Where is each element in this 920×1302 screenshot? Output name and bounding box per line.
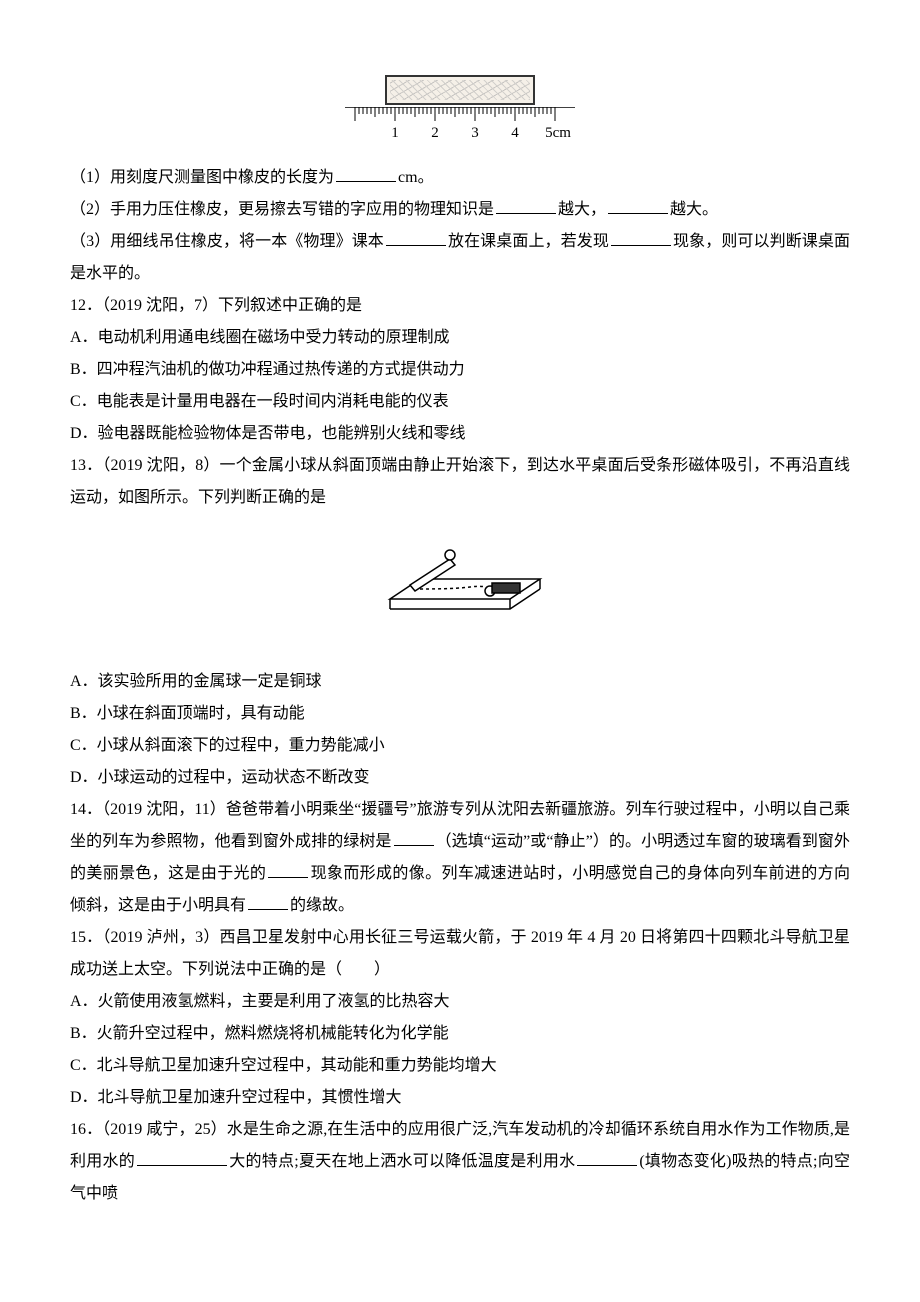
q13-option-c: C．小球从斜面滚下的过程中，重力势能减小	[70, 730, 850, 762]
q11-p3-text-a: （3）用细线吊住橡皮，将一本《物理》课本	[70, 233, 384, 250]
ruler-scale: 1 2 3 4 5cm	[345, 107, 575, 147]
q16-text-b: 大的特点;夏天在地上洒水可以降低温度是利用水	[229, 1153, 575, 1170]
q12-option-c: C．电能表是计量用电器在一段时间内消耗电能的仪表	[70, 386, 850, 418]
blank[interactable]	[394, 830, 434, 846]
blank[interactable]	[336, 166, 396, 182]
q11-p2-text-c: 越大。	[670, 201, 718, 218]
blank[interactable]	[577, 1150, 637, 1166]
q15-stem: 15．（2019 泸州，3）西昌卫星发射中心用长征三号运载火箭，于 2019 年…	[70, 922, 850, 986]
ruler-label-2: 2	[431, 125, 439, 141]
q13-option-d: D．小球运动的过程中，运动状态不断改变	[70, 762, 850, 794]
ruler-label-1: 1	[391, 125, 399, 141]
ruler-label-4: 4	[511, 125, 519, 141]
ruler-label-3: 3	[471, 125, 479, 141]
blank[interactable]	[608, 198, 668, 214]
blank[interactable]	[611, 230, 671, 246]
q14-text-d: 的缘故。	[290, 897, 354, 914]
q15-option-b: B．火箭升空过程中，燃料燃烧将机械能转化为化学能	[70, 1018, 850, 1050]
blank[interactable]	[496, 198, 556, 214]
blank[interactable]	[248, 894, 288, 910]
ruler-label-5: 5cm	[545, 125, 571, 141]
q13-option-b: B．小球在斜面顶端时，具有动能	[70, 698, 850, 730]
q11-part3: （3）用细线吊住橡皮，将一本《物理》课本放在课桌面上，若发现现象，则可以判断课桌…	[70, 226, 850, 290]
q12-option-a: A．电动机利用通电线圈在磁场中受力转动的原理制成	[70, 322, 850, 354]
blank[interactable]	[137, 1150, 227, 1166]
q11-p2-text-a: （2）手用力压住橡皮，更易擦去写错的字应用的物理知识是	[70, 201, 494, 218]
q11-p2-text-b: 越大，	[558, 201, 606, 218]
q15-option-d: D．北斗导航卫星加速升空过程中，其惯性增大	[70, 1082, 850, 1114]
q11-p3-text-b: 放在课桌面上，若发现	[448, 233, 609, 250]
eraser-graphic	[385, 75, 535, 105]
blank[interactable]	[268, 862, 308, 878]
q11-p1-text-a: （1）用刻度尺测量图中橡皮的长度为	[70, 169, 334, 186]
q12-option-b: B．四冲程汽油机的做功冲程通过热传递的方式提供动力	[70, 354, 850, 386]
q11-part2: （2）手用力压住橡皮，更易擦去写错的字应用的物理知识是 越大， 越大。	[70, 194, 850, 226]
q12-stem: 12．（2019 沈阳，7）下列叙述中正确的是	[70, 290, 850, 322]
ruler-figure: 1 2 3 4 5cm	[70, 75, 850, 147]
q15-option-a: A．火箭使用液氢燃料，主要是利用了液氢的比热容大	[70, 986, 850, 1018]
q15-option-c: C．北斗导航卫星加速升空过程中，其动能和重力势能均增大	[70, 1050, 850, 1082]
q16: 16．（2019 咸宁，25）水是生命之源,在生活中的应用很广泛,汽车发动机的冷…	[70, 1114, 850, 1210]
q14: 14．（2019 沈阳，11）爸爸带着小明乘坐“援疆号”旅游专列从沈阳去新疆旅游…	[70, 794, 850, 922]
q13-stem: 13．（2019 沈阳，8）一个金属小球从斜面顶端由静止开始滚下，到达水平桌面后…	[70, 450, 850, 514]
q13-option-a: A．该实验所用的金属球一定是铜球	[70, 666, 850, 698]
table-magnet-diagram	[360, 529, 560, 639]
q13-figure	[70, 529, 850, 651]
q12-option-d: D．验电器既能检验物体是否带电，也能辨别火线和零线	[70, 418, 850, 450]
q11-part1: （1）用刻度尺测量图中橡皮的长度为 cm。	[70, 162, 850, 194]
q11-p1-text-b: cm。	[398, 169, 434, 186]
blank[interactable]	[386, 230, 446, 246]
